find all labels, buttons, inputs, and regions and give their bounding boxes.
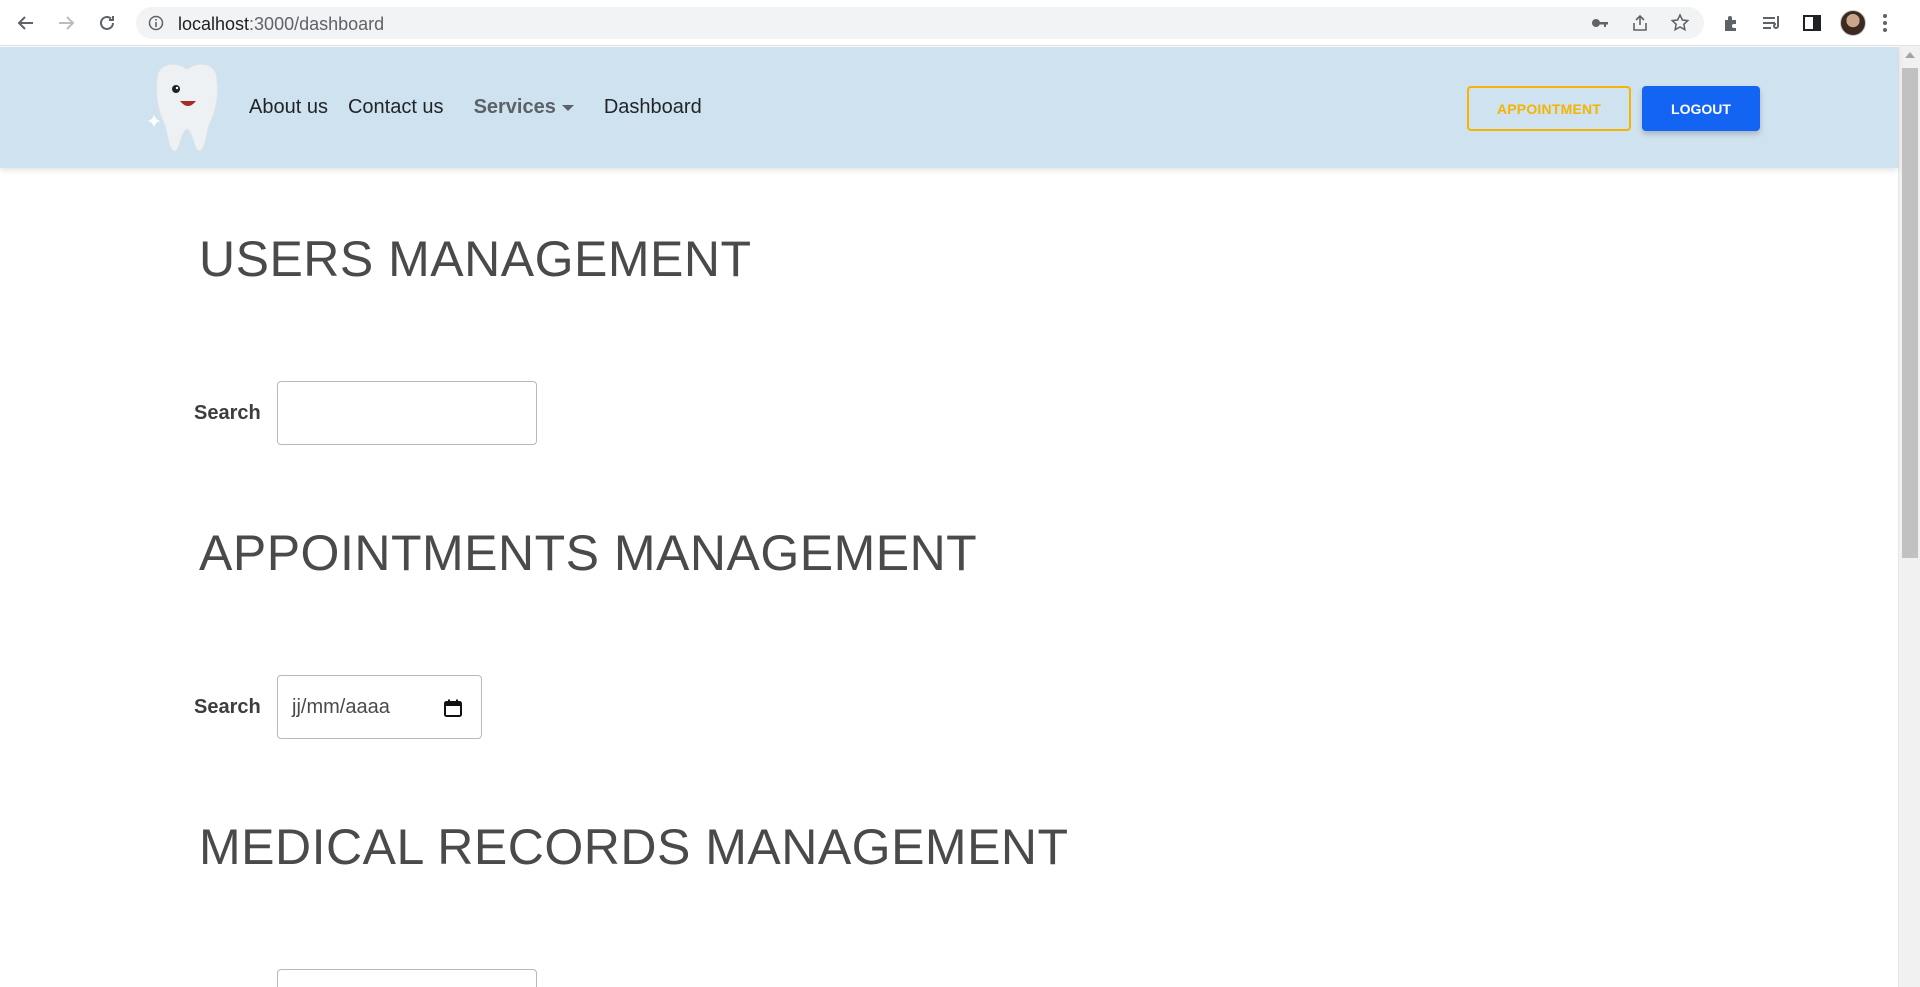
nav-services-label: Services: [473, 96, 556, 118]
back-icon[interactable]: [12, 9, 40, 37]
key-icon[interactable]: [1590, 13, 1610, 33]
tooth-logo-icon[interactable]: [146, 59, 228, 155]
address-bar[interactable]: localhost:3000/dashboard: [136, 7, 1704, 39]
media-queue-icon[interactable]: [1760, 11, 1784, 35]
nav-dashboard[interactable]: Dashboard: [604, 96, 702, 119]
app-navbar: About us Contact us Services Dashboard A…: [0, 47, 1898, 168]
reload-icon[interactable]: [93, 9, 121, 37]
info-icon[interactable]: [148, 15, 164, 31]
users-management-title: USERS MANAGEMENT: [199, 231, 752, 287]
caret-down-icon: [561, 104, 574, 111]
page-scrollbar[interactable]: [1898, 46, 1920, 987]
appointment-button[interactable]: APPOINTMENT: [1467, 86, 1631, 131]
side-panel-icon[interactable]: [1800, 11, 1824, 35]
appointments-management-title: APPOINTMENTS MANAGEMENT: [199, 525, 978, 581]
nav-contact-us[interactable]: Contact us: [348, 96, 444, 119]
logout-button[interactable]: LOGOUT: [1642, 86, 1760, 131]
url-text: localhost:3000/dashboard: [178, 14, 385, 34]
users-search-input[interactable]: [277, 381, 537, 445]
nav-services-dropdown[interactable]: Services: [474, 96, 574, 119]
date-placeholder: jj/mm/aaaa: [292, 696, 390, 718]
profile-avatar[interactable]: [1840, 10, 1866, 36]
forward-icon[interactable]: [52, 9, 80, 37]
appointments-date-input[interactable]: jj/mm/aaaa: [277, 675, 482, 739]
calendar-icon[interactable]: [443, 698, 463, 718]
scroll-up-icon[interactable]: [1905, 52, 1915, 58]
medical-records-search-input[interactable]: [277, 969, 537, 987]
share-icon[interactable]: [1630, 13, 1650, 33]
more-menu-icon[interactable]: [1882, 12, 1888, 34]
browser-toolbar: localhost:3000/dashboard: [0, 0, 1920, 46]
star-icon[interactable]: [1670, 13, 1690, 33]
medical-records-management-title: MEDICAL RECORDS MANAGEMENT: [199, 819, 1069, 875]
extensions-icon[interactable]: [1720, 11, 1744, 35]
appointments-search-label: Search: [194, 696, 261, 718]
users-search-label: Search: [194, 402, 261, 424]
nav-about-us[interactable]: About us: [249, 96, 328, 119]
scrollbar-thumb[interactable]: [1902, 68, 1918, 558]
